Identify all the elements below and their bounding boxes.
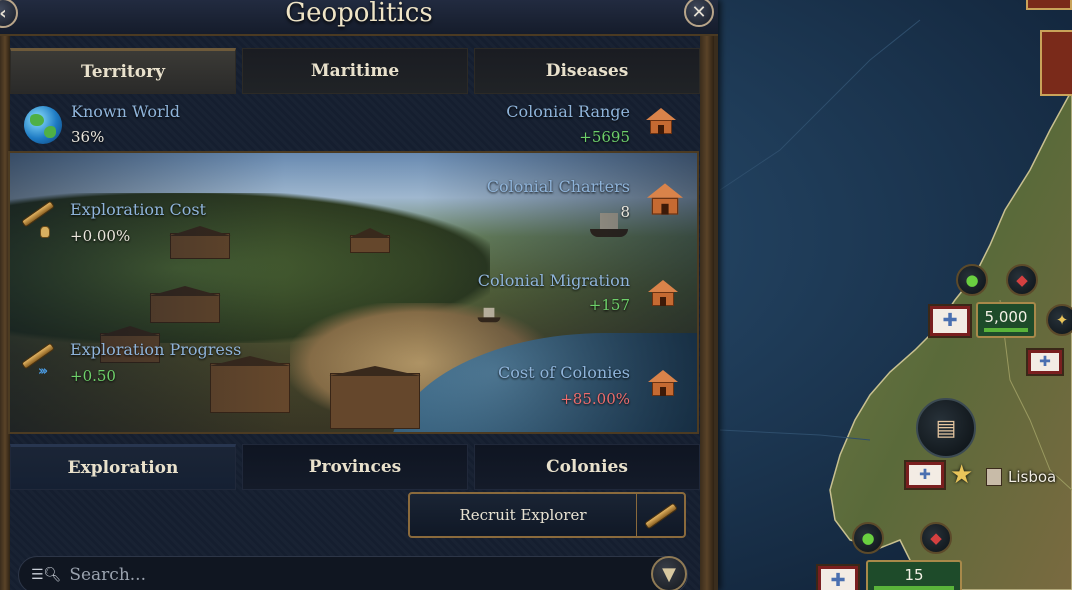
house-icon	[647, 183, 683, 215]
exploration-progress-value: +0.50	[70, 367, 116, 385]
coin-icon	[40, 226, 50, 238]
exploration-cost-value: +0.00%	[70, 227, 131, 245]
funnel-icon: ▼	[662, 563, 676, 585]
tab-maritime[interactable]: Maritime	[242, 48, 468, 94]
army-counter-1[interactable]: 5,000	[976, 302, 1036, 338]
tab-label: Provinces	[308, 457, 402, 477]
cost-of-colonies-label: Cost of Colonies	[498, 363, 630, 382]
known-world-label: Known World	[71, 102, 180, 121]
geopolitics-panel: ‹ Geopolitics ✕ Territory Maritime Disea…	[0, 0, 718, 590]
progress-chevrons-icon: ›››	[38, 364, 48, 379]
search-bar[interactable]: ☰🔍︎	[18, 556, 688, 590]
globe-icon	[24, 106, 62, 144]
army-count-1: 5,000	[984, 308, 1028, 326]
map-top-banner[interactable]	[1026, 0, 1072, 10]
panel-frame-right[interactable]	[700, 36, 714, 590]
panel-header: ‹ Geopolitics ✕	[0, 0, 718, 36]
tab-label: Diseases	[545, 61, 629, 81]
army-counter-2[interactable]: 15	[866, 560, 962, 590]
colonial-range-value: +5695	[579, 128, 630, 146]
army-strength-bar	[874, 586, 954, 590]
colonial-migration-value: +157	[588, 296, 630, 314]
portugal-flag-icon[interactable]: ✚	[906, 462, 944, 488]
portugal-flag-icon[interactable]: ✚	[930, 306, 970, 336]
city-label[interactable]: Lisboa	[1008, 468, 1056, 486]
portugal-flag-icon[interactable]: ✚	[1028, 350, 1062, 374]
map-side-banner[interactable]	[1040, 30, 1072, 96]
search-input[interactable]	[69, 565, 630, 585]
army-strength-bar	[984, 328, 1028, 332]
apple-icon[interactable]: ●	[956, 264, 988, 296]
exploration-cost-label: Exploration Cost	[70, 200, 206, 219]
tab-label: Colonies	[546, 457, 628, 477]
top-tab-bar: Territory Maritime Diseases	[10, 48, 700, 94]
capital-star-icon: ★	[950, 460, 974, 490]
spyglass-icon	[643, 502, 679, 530]
hat-icon[interactable]: ◆	[920, 522, 952, 554]
colonial-charters-label: Colonial Charters	[486, 177, 630, 196]
close-icon: ✕	[691, 1, 707, 23]
exploration-progress-label: Exploration Progress	[70, 340, 242, 359]
known-world-value: 36%	[71, 128, 105, 146]
tab-provinces[interactable]: Provinces	[242, 444, 468, 490]
tab-label: Maritime	[310, 61, 400, 81]
cost-of-colonies-value: +85.00%	[560, 390, 630, 408]
colonial-range-label: Colonial Range	[506, 102, 630, 121]
portugal-flag-icon[interactable]: ✚	[818, 566, 858, 590]
apple-icon[interactable]: ●	[852, 522, 884, 554]
tab-label: Exploration	[67, 458, 179, 478]
hat-icon[interactable]: ◆	[1006, 264, 1038, 296]
tab-label: Territory	[81, 62, 165, 82]
recruit-explorer-button[interactable]: Recruit Explorer	[408, 492, 686, 538]
colonial-migration-label: Colonial Migration	[477, 271, 630, 290]
torch-icon[interactable]: ✦	[1046, 304, 1072, 336]
tower-icon	[986, 468, 1002, 486]
bottom-tab-bar: Exploration Provinces Colonies	[10, 444, 700, 490]
filter-button[interactable]: ▼	[651, 556, 687, 590]
building-icon[interactable]: ▤	[916, 398, 976, 458]
spyglass-icon-box	[636, 494, 684, 536]
house-migration-icon	[648, 280, 678, 306]
tab-territory[interactable]: Territory	[10, 48, 236, 94]
search-list-icon: ☰🔍︎	[31, 567, 62, 583]
panel-title: Geopolitics	[285, 0, 433, 28]
recruit-explorer-label: Recruit Explorer	[459, 506, 587, 524]
colonial-range-icon	[646, 108, 676, 134]
tab-exploration[interactable]: Exploration	[10, 444, 236, 490]
army-count-2: 15	[904, 566, 924, 584]
tab-diseases[interactable]: Diseases	[474, 48, 700, 94]
tab-colonies[interactable]: Colonies	[474, 444, 700, 490]
colonial-charters-value: 8	[620, 203, 630, 221]
house-cost-icon	[648, 370, 678, 396]
